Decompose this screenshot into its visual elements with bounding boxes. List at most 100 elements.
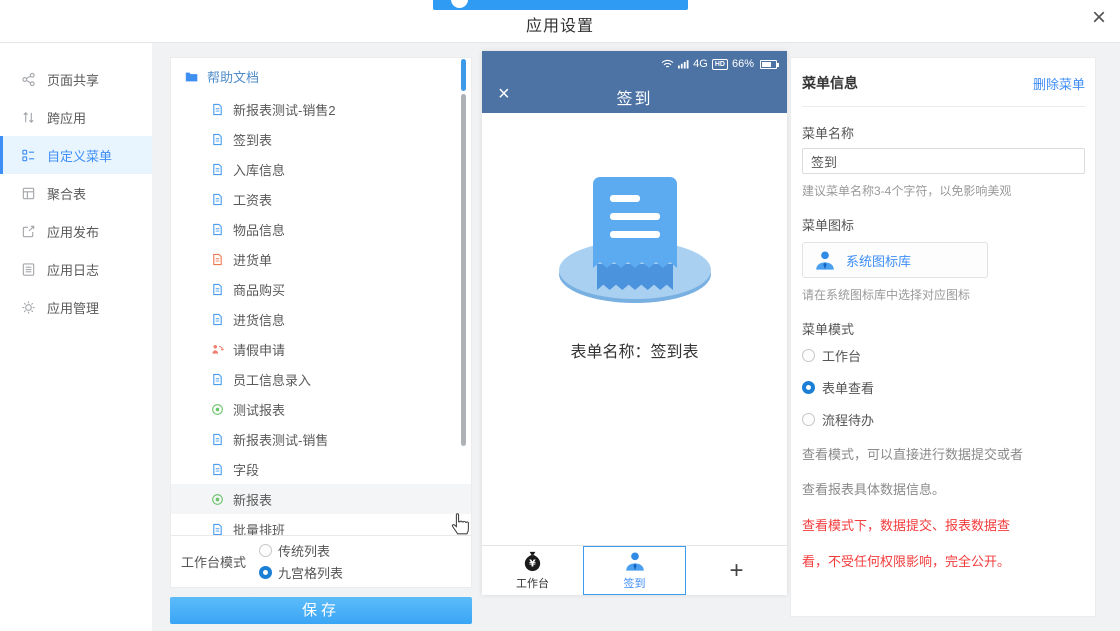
menu-name-hint: 建议菜单名称3-4个字符，以免影响美观	[802, 182, 1085, 199]
menu-name-input[interactable]	[802, 148, 1085, 174]
settings-title: 菜单信息	[802, 73, 858, 93]
menu-settings-panel: 菜单信息 删除菜单 菜单名称 建议菜单名称3-4个字符，以免影响美观 菜单图标 …	[790, 57, 1096, 617]
mode-description-line2: 查看报表具体数据信息。	[802, 481, 1085, 499]
sidebar-item-app-log[interactable]: 应用日志	[0, 250, 152, 288]
icon-library-label: 系统图标库	[846, 251, 911, 270]
list-item[interactable]: 新报表测试-销售2	[171, 94, 471, 124]
modal-header: 应用设置 ×	[0, 0, 1120, 43]
receipt-illustration	[482, 168, 787, 318]
folder-label: 帮助文档	[207, 67, 259, 86]
scrollbar-thumb-gray[interactable]	[461, 94, 466, 446]
list-item[interactable]: 物品信息	[171, 214, 471, 244]
doc-icon	[211, 253, 224, 266]
list-item[interactable]: 字段	[171, 454, 471, 484]
sidebar-item-aggregate-table[interactable]: 聚合表	[0, 174, 152, 212]
battery-icon	[760, 60, 777, 69]
list-item[interactable]: 签到表	[171, 124, 471, 154]
top-banner-clipped	[433, 0, 688, 10]
flow-icon	[211, 343, 224, 356]
radio-label: 九宫格列表	[278, 563, 343, 582]
doc-icon	[211, 103, 224, 116]
doc-icon	[211, 193, 224, 206]
sidebar-item-label: 聚合表	[47, 184, 86, 203]
list-item-label: 批量排班	[233, 520, 285, 536]
report-icon	[211, 493, 224, 506]
sidebar-item-cross-app[interactable]: 跨应用	[0, 98, 152, 136]
tab-workbench[interactable]: ¥ 工作台	[482, 546, 583, 595]
folder-row-help-docs[interactable]: 帮助文档	[171, 58, 471, 94]
list-item-label: 进货信息	[233, 310, 285, 329]
banner-circle	[451, 0, 468, 8]
scrollbar-thumb-blue[interactable]	[461, 59, 466, 91]
list-item-label: 物品信息	[233, 220, 285, 239]
radio-traditional-list[interactable]: 传统列表	[259, 541, 343, 560]
radio-icon-selected[interactable]	[259, 566, 272, 579]
plus-icon: +	[729, 557, 743, 585]
divider	[802, 106, 1085, 107]
menu-icon-label: 菜单图标	[802, 215, 1085, 234]
delete-menu-link[interactable]: 删除菜单	[1033, 74, 1085, 93]
workbench-mode-label: 工作台模式	[171, 552, 259, 571]
radio-label: 工作台	[822, 346, 861, 365]
list-item[interactable]: 工资表	[171, 184, 471, 214]
signal-icon	[678, 59, 689, 69]
save-button[interactable]: 保存	[170, 597, 472, 624]
folder-icon	[185, 70, 198, 83]
list-item[interactable]: 入库信息	[171, 154, 471, 184]
list-item[interactable]: 请假申请	[171, 334, 471, 364]
list-item-label: 入库信息	[233, 160, 285, 179]
list-item[interactable]: 进货信息	[171, 304, 471, 334]
share-icon	[21, 72, 36, 87]
radio-form-view-mode[interactable]: 表单查看	[802, 378, 1085, 397]
svg-text:¥: ¥	[529, 558, 536, 569]
list-item[interactable]: 批量排班	[171, 514, 471, 535]
list-item[interactable]: 新报表	[171, 484, 471, 514]
menu-icon-hint: 请在系统图标库中选择对应图标	[802, 286, 1085, 303]
doc-icon	[211, 433, 224, 446]
radio-flow-todo-mode[interactable]: 流程待办	[802, 410, 1085, 429]
menu-mode-label: 菜单模式	[802, 319, 1085, 338]
tab-sign-in[interactable]: 签到	[583, 546, 686, 595]
list-item[interactable]: 进货单	[171, 244, 471, 274]
doc-icon	[211, 313, 224, 326]
radio-label: 流程待办	[822, 410, 874, 429]
tab-label: 签到	[624, 575, 646, 591]
sidebar-item-label: 应用管理	[47, 298, 99, 317]
sidebar-item-app-manage[interactable]: 应用管理	[0, 288, 152, 326]
list-item[interactable]: 商品购买	[171, 274, 471, 304]
tab-add[interactable]: +	[686, 546, 787, 595]
list-item-label: 新报表测试-销售2	[233, 100, 336, 119]
sidebar-item-page-share[interactable]: 页面共享	[0, 60, 152, 98]
list-item-label: 新报表	[233, 490, 272, 509]
radio-icon-selected[interactable]	[802, 381, 815, 394]
radio-icon[interactable]	[802, 349, 815, 362]
close-icon[interactable]: ×	[1092, 6, 1106, 30]
list-item[interactable]: 测试报表	[171, 394, 471, 424]
radio-icon[interactable]	[802, 413, 815, 426]
menu-name-label: 菜单名称	[802, 123, 1085, 142]
mode-warning-line1: 查看模式下，数据提交、报表数据查	[802, 517, 1085, 535]
doc-icon	[211, 163, 224, 176]
radio-workbench-mode[interactable]: 工作台	[802, 346, 1085, 365]
doc-icon	[211, 133, 224, 146]
list-item-label: 员工信息录入	[233, 370, 311, 389]
menu-list-panel: 帮助文档 新报表测试-销售2 签到表 入库信息 工资表 物品信息 进货单 商品购…	[170, 57, 472, 588]
sidebar-item-label: 页面共享	[47, 70, 99, 89]
list-item[interactable]: 新报表测试-销售	[171, 424, 471, 454]
system-icon-library-button[interactable]: 系统图标库	[802, 242, 988, 278]
list-item[interactable]: 员工信息录入	[171, 364, 471, 394]
sidebar-item-app-publish[interactable]: 应用发布	[0, 212, 152, 250]
radio-icon[interactable]	[259, 544, 272, 557]
person-icon	[813, 249, 837, 272]
list-item-label: 字段	[233, 460, 259, 479]
mouse-cursor-hand	[450, 511, 470, 535]
phone-status-bar: 4G HD 66%	[482, 51, 787, 77]
phone-preview: 4G HD 66% × 签到	[482, 51, 787, 595]
phone-nav-bar: × 签到	[482, 77, 787, 113]
publish-icon	[21, 224, 36, 239]
sidebar-item-label: 应用日志	[47, 260, 99, 279]
radio-grid-list[interactable]: 九宫格列表	[259, 563, 343, 582]
sidebar-item-custom-menu[interactable]: 自定义菜单	[0, 136, 152, 174]
doc-icon	[211, 373, 224, 386]
sidebar-item-label: 跨应用	[47, 108, 86, 127]
